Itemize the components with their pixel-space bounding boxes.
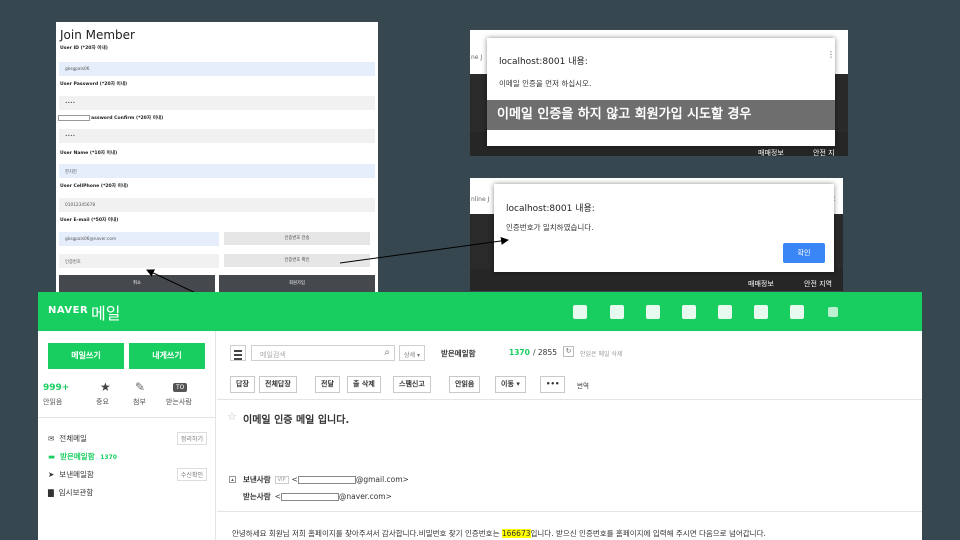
folder-all-mail[interactable]: ✉ 전체메일 [48,433,87,444]
naver-logo[interactable]: NAVER [48,305,88,316]
sender-row: 보낸사람 VIP < @gmail.com> [243,475,409,484]
mail-main: 메일검색 ⌕ 상세 ▾ 받은메일함 1370 / 2855 ↻ 안읽은 메일 삭… [217,331,922,540]
redaction-box [280,493,339,501]
receiver-row: 받는사람 < @naver.com> [243,492,392,501]
vip-badge: VIP [274,476,289,484]
naver-mail-window: NAVER 메일 메일쓰기 내게쓰기 999+ ★ ✎ TO 안읽음 중요 첨부… [38,292,922,540]
settings-icon[interactable] [718,305,732,319]
expand-icon[interactable]: ▴ [229,476,236,483]
calendar-icon[interactable] [610,305,624,319]
contacts-icon[interactable] [682,305,696,319]
arrow-confirm-to-dialog [339,236,509,264]
sidebar-divider [38,417,216,418]
folder-icon: ▇ [48,488,54,497]
important-label: 중요 [96,398,109,406]
star-outline-icon[interactable]: ☆ [227,410,237,423]
list-icon[interactable] [646,305,660,319]
folder-drafts[interactable]: ▇ 임시보관함 [48,487,93,498]
attachment-label: 첨부 [133,398,146,406]
mail-sidebar: 메일쓰기 내게쓰기 999+ ★ ✎ TO 안읽음 중요 첨부 받는사람 ✉ 전체… [38,331,216,540]
to-me-label: 받는사람 [166,398,192,406]
sender-label: 보낸사람 [243,475,271,484]
receiver-label: 받는사람 [243,492,271,501]
redaction-box [297,476,356,484]
inbox-icon: ▬ [48,452,56,461]
move-button[interactable]: 이동 ▾ [495,376,526,393]
apps-icon[interactable] [754,305,768,319]
delete-read-link[interactable]: 안읽은 메일 삭제 [580,349,622,358]
mark-unread-button[interactable]: 안읽음 [449,376,481,393]
spam-report-button[interactable]: 스팸신고 [393,376,431,393]
inbox-total-count: / 2855 [533,348,557,357]
receiver-address: @naver.com> [338,492,392,501]
mail-service-title[interactable]: 메일 [91,300,120,324]
inbox-count: 1370 [100,454,117,461]
sender-address: @gmail.com> [355,475,409,484]
star-icon[interactable]: ★ [100,380,111,394]
envelope-icon: ✉ [48,434,55,443]
write-to-me-button[interactable]: 내게쓰기 [129,343,205,369]
body-text-before: 안녕하세요 회원님 저희 홈페이지를 찾아주셔서 감사합니다.비밀번호 찾기 인… [232,529,502,538]
reply-button[interactable]: 답장 [230,376,255,393]
naver-top-bar: NAVER 메일 [38,292,922,331]
home-icon[interactable] [790,305,804,319]
inbox-unread-count[interactable]: 1370 [509,348,530,357]
unread-label: 안읽음 [43,398,63,406]
toolbar-divider [217,399,922,400]
menu-icon[interactable] [230,345,246,361]
detail-search-button[interactable]: 상세 ▾ [399,345,425,361]
mail-body: 안녕하세요 회원님 저희 홈페이지를 찾아주셔서 감사합니다.비밀번호 찾기 인… [232,528,766,539]
mail-search-input[interactable]: 메일검색 ⌕ [251,345,395,361]
inbox-title: 받은메일함 [441,349,476,358]
more-actions-button[interactable]: ••• [540,376,566,393]
folder-inbox[interactable]: ▬ 받은메일함 1370 [48,451,117,462]
organize-button[interactable]: 정리하기 [176,432,207,445]
attachment-icon[interactable]: ✎ [135,380,145,394]
send-icon: ➤ [48,470,55,479]
search-icon[interactable]: ⌕ [384,347,390,358]
body-text-after: 입니다. 받으신 인증번호를 홈페이지에 입력해 주시면 다음으로 넘어갑니다. [530,529,766,538]
mail-subject: 이메일 인증 메일 입니다. [243,415,350,426]
translate-link[interactable]: 번역 [577,380,589,390]
forward-button[interactable]: 전달 [315,376,340,393]
delete-button[interactable]: 출 삭제 [347,376,381,393]
to-me-badge[interactable]: TO [173,383,188,392]
body-divider [217,511,922,512]
read-receipt-button[interactable]: 수신확인 [176,468,207,481]
refresh-icon[interactable]: ↻ [563,346,574,357]
write-mail-button[interactable]: 메일쓰기 [48,343,124,369]
folder-sent[interactable]: ➤ 보낸메일함 [48,469,94,480]
unread-count[interactable]: 999+ [43,383,69,393]
verification-code-highlight: 166673 [501,529,531,538]
mail-icon[interactable] [573,305,587,319]
reply-all-button[interactable]: 전체답장 [259,376,297,393]
more-icon[interactable] [828,307,838,317]
